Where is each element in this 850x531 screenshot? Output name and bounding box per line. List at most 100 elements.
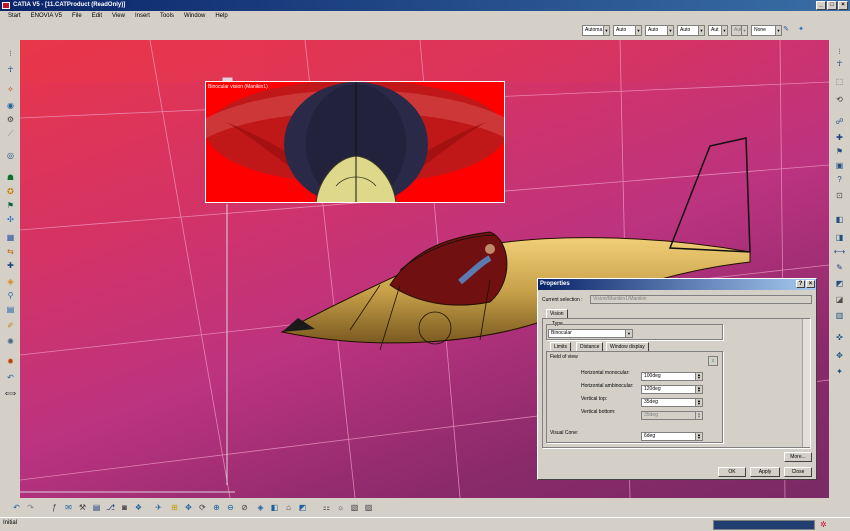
tab-window-display[interactable]: Window display	[606, 342, 649, 351]
formula-icon[interactable]: ƒ	[48, 502, 61, 513]
close-window-button[interactable]: ×	[838, 1, 848, 10]
sensor-icon[interactable]: ◪	[833, 294, 846, 305]
ground-icon[interactable]: ▨	[362, 502, 375, 513]
palette-icon[interactable]: ◈	[4, 276, 17, 287]
select-icon[interactable]: ⬚	[833, 76, 846, 87]
transparency-combo[interactable]: Auto ▼	[613, 25, 642, 36]
forward-kinematics-icon[interactable]: ◉	[4, 100, 17, 111]
type-select[interactable]: Binocular ▼	[548, 329, 633, 338]
camera-icon[interactable]: ◩	[833, 278, 846, 289]
menu-view[interactable]: View	[107, 11, 130, 22]
explode-icon[interactable]: ✦	[833, 366, 846, 377]
hide-show-icon[interactable]: ⌂	[282, 502, 295, 513]
player-icon[interactable]: ▣	[833, 160, 846, 171]
field-of-view-toggle-icon[interactable]: ⇕	[708, 356, 718, 366]
horizontal-ambinocular-input[interactable]: 120deg	[641, 385, 698, 394]
menu-tools[interactable]: Tools	[155, 11, 179, 22]
dialog-close-icon[interactable]: ×	[806, 280, 815, 288]
menu-insert[interactable]: Insert	[130, 11, 155, 22]
apply-button[interactable]: Apply	[750, 467, 780, 477]
menu-edit[interactable]: Edit	[87, 11, 107, 22]
fly-icon[interactable]: ⟲	[833, 94, 846, 105]
more-button[interactable]: More...	[784, 452, 812, 462]
zoom-out-icon[interactable]: ⊖	[224, 502, 237, 513]
ok-button[interactable]: OK	[718, 467, 746, 477]
render-style-icon[interactable]: ◧	[268, 502, 281, 513]
multi-view-icon[interactable]: ⚏	[320, 502, 333, 513]
rotate-view-icon[interactable]: ⟳	[196, 502, 209, 513]
vertical-top-input[interactable]: 35deg	[641, 398, 698, 407]
constraint-icon[interactable]: ⚲	[4, 290, 17, 301]
close-button[interactable]: Close	[784, 467, 812, 477]
manikin-tree-icon[interactable]: ▦	[4, 232, 17, 243]
segment-icon[interactable]: ⚑	[4, 200, 17, 211]
link-icon[interactable]: ⟺	[4, 388, 17, 399]
tab-limits[interactable]: Limits	[550, 342, 572, 351]
swap-visible-icon[interactable]: ◩	[296, 502, 309, 513]
distance-icon[interactable]: ⟷	[833, 246, 846, 257]
clash-detect-icon[interactable]: ◧	[833, 214, 846, 225]
power-input-field[interactable]	[713, 520, 815, 530]
menu-start[interactable]: Start	[3, 11, 26, 22]
visual-cone-input[interactable]: 6deg	[641, 432, 698, 441]
manikin-icon[interactable]: ☥	[4, 64, 17, 75]
lighting-icon[interactable]: ☼	[334, 502, 347, 513]
rotate-icon[interactable]: ↶	[4, 372, 17, 383]
grid-icon[interactable]: ▤	[4, 304, 17, 315]
manipulate-icon[interactable]: ✜	[833, 332, 846, 343]
horizontal-monocular-spinner[interactable]: ▲ ▼	[695, 372, 703, 381]
brush-icon[interactable]: ✐	[4, 320, 17, 331]
undo-icon[interactable]: ↶	[10, 502, 23, 513]
horizontal-monocular-input[interactable]: 100deg	[641, 372, 698, 381]
layer-combo[interactable]: None ▼	[751, 25, 782, 36]
menu-help[interactable]: Help	[210, 11, 232, 22]
line-thickness-combo[interactable]: Auto ▼	[645, 25, 674, 36]
measure-icon[interactable]: ⊡	[833, 190, 846, 201]
help-icon[interactable]: ?	[833, 174, 846, 185]
section-icon[interactable]: ◨	[833, 232, 846, 243]
product-icon[interactable]: ❖	[132, 502, 145, 513]
painter-icon[interactable]: ✎	[780, 25, 792, 37]
properties-icon[interactable]: ✦	[795, 25, 807, 37]
tab-vision[interactable]: Vision	[546, 309, 568, 318]
fit-all-icon[interactable]: ⊞	[168, 502, 181, 513]
catalog-icon[interactable]: ▥	[833, 310, 846, 321]
menu-enovia[interactable]: ENOVIA V5	[26, 11, 67, 22]
clash-icon[interactable]: ✹	[4, 356, 17, 367]
save-icon[interactable]: ◙	[118, 502, 131, 513]
vision-icon[interactable]: ◎	[4, 150, 17, 161]
compass-icon[interactable]: ✺	[4, 336, 17, 347]
dialog-help-button[interactable]: ?	[796, 280, 805, 288]
tools-icon[interactable]: ⚒	[76, 502, 89, 513]
pan-icon[interactable]: ✥	[182, 502, 195, 513]
walk-icon[interactable]: ☥	[833, 58, 846, 69]
visual-cone-spinner[interactable]: ▲ ▼	[695, 432, 703, 441]
sequence-icon[interactable]: ✚	[833, 132, 846, 143]
depth-effect-icon[interactable]: ▧	[348, 502, 361, 513]
attach-icon[interactable]: ✚	[4, 260, 17, 271]
inverse-kinematics-icon[interactable]: ⚙	[4, 114, 17, 125]
reach-icon[interactable]: ⟋	[4, 128, 17, 139]
horizontal-ambinocular-spinner[interactable]: ▲ ▼	[695, 385, 703, 394]
snap-icon[interactable]: ✥	[833, 350, 846, 361]
annotation-icon[interactable]: ✎	[833, 262, 846, 273]
swap-icon[interactable]: ⇆	[4, 246, 17, 257]
tab-distance[interactable]: Distance	[576, 342, 604, 351]
redo-icon[interactable]: ↷	[24, 502, 37, 513]
posture-editor-icon[interactable]: ✧	[4, 84, 17, 95]
iso-view-icon[interactable]: ◈	[254, 502, 267, 513]
simulation-icon[interactable]: ⚑	[833, 146, 846, 157]
catalog-browser-icon[interactable]: ▤	[90, 502, 103, 513]
comment-icon[interactable]: ✉	[62, 502, 75, 513]
vertical-top-spinner[interactable]: ▲ ▼	[695, 398, 703, 407]
minimize-button[interactable]: _	[816, 1, 826, 10]
maximize-button[interactable]: □	[827, 1, 837, 10]
menu-window[interactable]: Window	[179, 11, 210, 22]
standard-pose-icon[interactable]: ☗	[4, 172, 17, 183]
point-type-combo[interactable]: Aut ▼	[708, 25, 728, 36]
angular-limits-icon[interactable]: ✪	[4, 186, 17, 197]
track-icon[interactable]: ☍	[833, 116, 846, 127]
normal-view-icon[interactable]: ⊘	[238, 502, 251, 513]
reset-posture-icon[interactable]: ✣	[4, 214, 17, 225]
zoom-in-icon[interactable]: ⊕	[210, 502, 223, 513]
